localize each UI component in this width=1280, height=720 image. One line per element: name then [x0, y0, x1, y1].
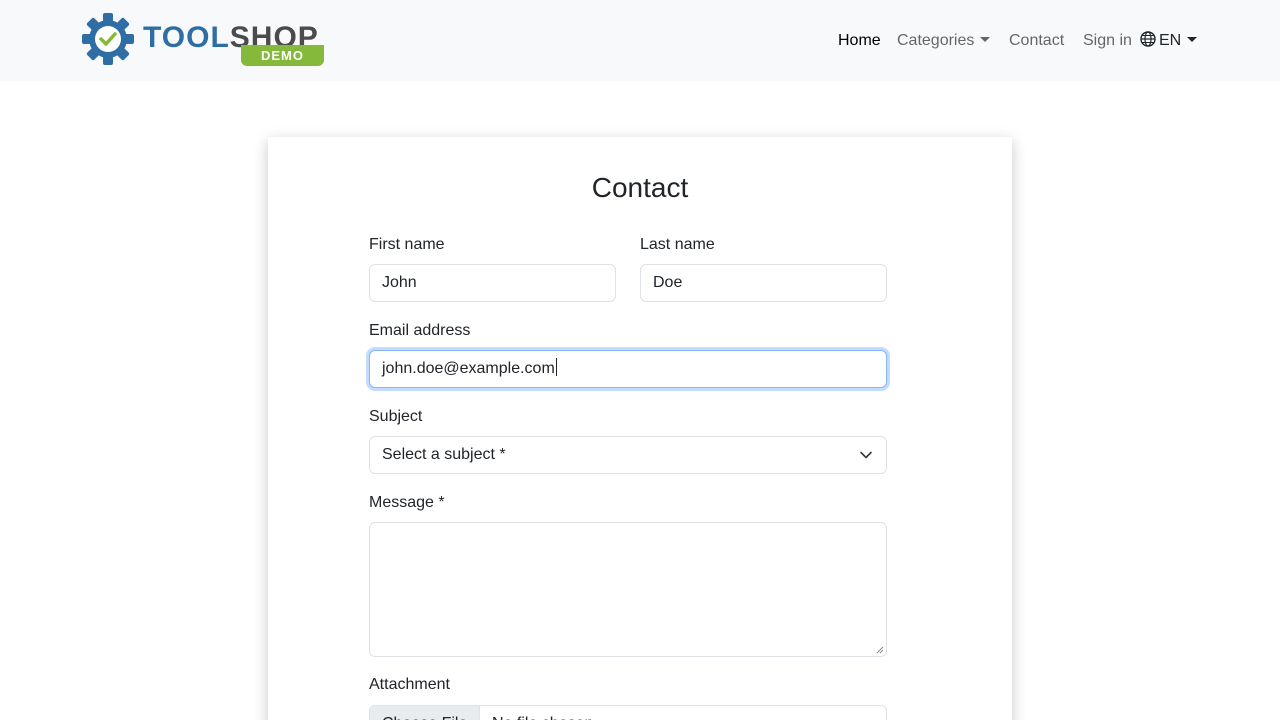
nav-contact[interactable]: Contact	[1009, 29, 1064, 53]
gear-check-icon	[82, 13, 134, 65]
subject-label: Subject	[369, 408, 423, 425]
demo-badge: DEMO	[241, 45, 324, 66]
caret-down-icon	[980, 37, 991, 42]
file-name-text: No file chosen	[492, 706, 593, 720]
choose-file-button[interactable]: Choose File	[370, 706, 480, 720]
subject-select[interactable]: Select a subject *	[369, 436, 887, 474]
caret-down-icon	[1187, 37, 1198, 42]
language-label: EN	[1159, 32, 1182, 49]
first-name-label: First name	[369, 236, 445, 253]
nav-categories-label: Categories	[897, 32, 975, 49]
page-title: Contact	[591, 172, 689, 203]
nav-home[interactable]: Home	[838, 29, 881, 53]
email-value: john.doe@example.com	[382, 360, 555, 377]
resize-handle-icon[interactable]	[876, 646, 884, 654]
last-name-field[interactable]: Doe	[640, 264, 887, 302]
first-name-field[interactable]: John	[369, 264, 616, 302]
email-label: Email address	[369, 322, 471, 339]
nav-categories[interactable]: Categories	[897, 29, 991, 53]
last-name-label: Last name	[640, 236, 715, 253]
contact-card: Contact First name John Last name Doe Em…	[268, 137, 1012, 720]
toolshop-logo[interactable]: TOOLSHOP DEMO	[82, 13, 328, 69]
message-label: Message *	[369, 494, 445, 511]
nav-sign-in[interactable]: Sign in	[1083, 29, 1132, 53]
chevron-down-icon	[860, 451, 872, 459]
globe-icon	[1140, 31, 1156, 47]
attachment-label: Attachment	[369, 676, 450, 693]
text-cursor	[555, 358, 557, 376]
attachment-input[interactable]: Choose File No file chosen	[369, 705, 887, 720]
subject-selected: Select a subject *	[382, 446, 506, 463]
message-textarea[interactable]	[369, 522, 887, 657]
language-selector[interactable]: EN	[1140, 29, 1198, 53]
brand-word-tool: TOOL	[143, 21, 230, 54]
navbar: TOOLSHOP DEMO Home Categories Contact Si…	[0, 0, 1280, 81]
email-field[interactable]: john.doe@example.com	[369, 350, 887, 388]
